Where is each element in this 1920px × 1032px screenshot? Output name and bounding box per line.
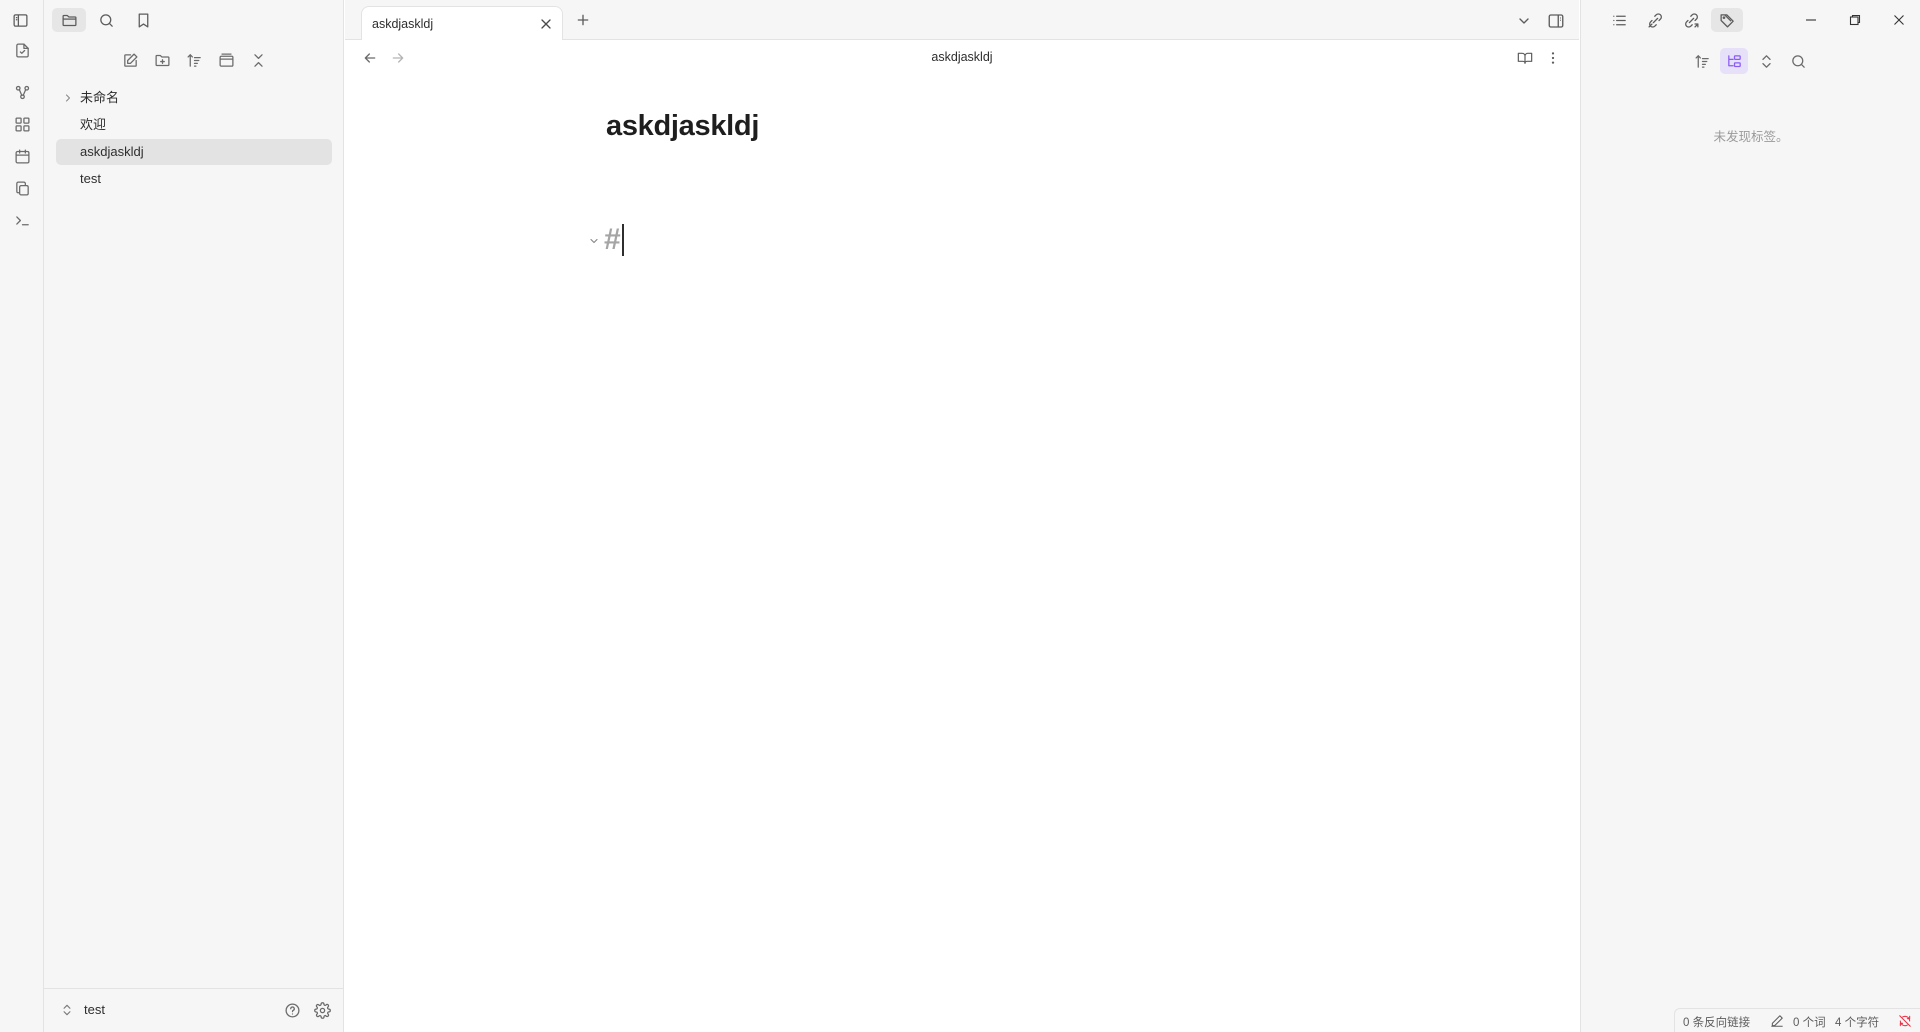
vault-name[interactable]: test: [84, 1002, 105, 1017]
editor-pane: askdjaskldj askdjaskldj #: [345, 40, 1579, 1032]
word-count: 0 个词: [1793, 1017, 1826, 1029]
search-icon[interactable]: [89, 8, 123, 32]
app-window: 未命名 欢迎 askdjaskldj test test askdjaskldj…: [0, 0, 1920, 1032]
note-title[interactable]: askdjaskldj: [606, 110, 759, 143]
outgoing-links-icon[interactable]: [1675, 8, 1707, 32]
folder-icon[interactable]: [52, 8, 86, 32]
minimize-icon[interactable]: [1789, 6, 1833, 34]
terminal-icon[interactable]: [12, 210, 32, 230]
sidebar-toggle-icon[interactable]: [3, 8, 37, 32]
window-close-icon[interactable]: [1877, 6, 1920, 34]
char-count: 4 个字符: [1835, 1017, 1880, 1029]
vault-switcher-icon[interactable]: [60, 1001, 74, 1019]
copy-icon[interactable]: [12, 178, 32, 198]
calendar-icon[interactable]: [12, 146, 32, 166]
new-tab-plus-icon[interactable]: [572, 9, 594, 31]
collapse-view-icon[interactable]: [214, 48, 238, 72]
tree-item-label: 未命名: [80, 90, 120, 105]
tree-item-label: test: [80, 171, 101, 186]
no-tags-message: 未发现标签。: [1713, 130, 1789, 144]
fold-chevron-down-icon[interactable]: [588, 235, 600, 247]
tree-file-test[interactable]: test: [56, 166, 332, 192]
collapse-all-icon[interactable]: [246, 48, 270, 72]
backlinks-icon[interactable]: [1639, 8, 1671, 32]
tags-icon[interactable]: [1711, 8, 1743, 32]
tab-list-chevron-down-icon[interactable]: [1513, 10, 1535, 32]
backlink-count[interactable]: 0 条反向链接: [1683, 1014, 1750, 1030]
file-nav-actions: [44, 48, 344, 74]
tab-title: askdjaskldj: [372, 17, 434, 31]
sort-icon[interactable]: [1688, 48, 1716, 74]
more-options-icon[interactable]: [1543, 48, 1563, 68]
vault-bar: test: [44, 988, 344, 1032]
settings-gear-icon[interactable]: [312, 1000, 332, 1020]
left-sidebar: 未命名 欢迎 askdjaskldj test test: [12, 0, 344, 1032]
tree-item-label: askdjaskldj: [80, 144, 144, 159]
new-note-icon[interactable]: [118, 48, 142, 72]
tree-file-askdjaskldj[interactable]: askdjaskldj: [56, 139, 332, 165]
file-open-icon[interactable]: [12, 40, 32, 60]
edit-mode-pencil-icon[interactable]: [1769, 1013, 1785, 1029]
file-tree: 未命名 欢迎 askdjaskldj test: [56, 85, 332, 193]
bookmark-icon[interactable]: [126, 8, 160, 32]
canvas-icon[interactable]: [12, 114, 32, 134]
new-folder-icon[interactable]: [150, 48, 174, 72]
heading-hash: #: [604, 223, 621, 256]
tab-askdjaskldj[interactable]: askdjaskldj: [361, 6, 563, 41]
tab-bar: askdjaskldj: [345, 0, 1579, 41]
graph-view-icon[interactable]: [12, 82, 32, 102]
tree-item-label: 欢迎: [80, 117, 107, 132]
sort-icon[interactable]: [182, 48, 206, 72]
tree-folder-untitled[interactable]: 未命名: [56, 85, 332, 111]
ribbon: [0, 0, 44, 1032]
expand-collapse-icon[interactable]: [1752, 48, 1780, 74]
sync-off-icon[interactable]: [1897, 1013, 1913, 1029]
left-sidebar-header: [12, 0, 344, 40]
help-icon[interactable]: [282, 1000, 302, 1020]
view-header: askdjaskldj: [345, 40, 1579, 76]
search-icon[interactable]: [1784, 48, 1812, 74]
right-sidebar-toggle-icon[interactable]: [1545, 10, 1567, 32]
right-sidebar: 未发现标签。: [1580, 0, 1920, 1032]
chevron-right-icon[interactable]: [62, 92, 74, 104]
outline-icon[interactable]: [1603, 8, 1635, 32]
tree-file-welcome[interactable]: 欢迎: [56, 112, 332, 138]
close-icon[interactable]: [538, 16, 554, 32]
restore-icon[interactable]: [1833, 6, 1877, 34]
tree-view-icon[interactable]: [1720, 48, 1748, 74]
view-header-title[interactable]: askdjaskldj: [345, 50, 1579, 64]
text-cursor: [622, 224, 624, 256]
status-bar: 0 条反向链接 0 个词 4 个字符: [1674, 1008, 1920, 1032]
reading-view-book-icon[interactable]: [1515, 48, 1535, 68]
